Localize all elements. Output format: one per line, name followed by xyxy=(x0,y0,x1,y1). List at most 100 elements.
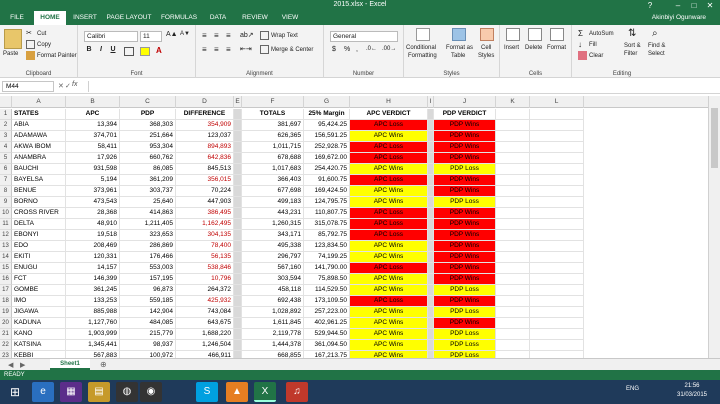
table-cell[interactable]: APC Loss xyxy=(350,142,428,153)
table-cell[interactable]: 343,171 xyxy=(242,230,304,241)
empty-cell[interactable] xyxy=(234,175,242,186)
table-cell[interactable]: 361,094.50 xyxy=(304,340,350,351)
help-button[interactable]: ? xyxy=(642,0,658,11)
table-cell[interactable]: 323,653 xyxy=(120,230,176,241)
empty-cell[interactable] xyxy=(530,197,584,208)
table-cell[interactable]: 953,304 xyxy=(120,142,176,153)
conditional-formatting-button[interactable]: Conditional xyxy=(406,45,436,51)
table-cell[interactable]: 473,543 xyxy=(66,197,120,208)
table-cell[interactable]: 251,664 xyxy=(120,131,176,142)
table-cell[interactable]: 303,737 xyxy=(120,186,176,197)
table-cell[interactable]: 1,688,220 xyxy=(176,329,234,340)
table-cell[interactable]: 296,797 xyxy=(242,252,304,263)
empty-cell[interactable] xyxy=(530,329,584,340)
shrink-font-icon[interactable]: A▼ xyxy=(180,31,190,37)
font-color-icon[interactable]: A xyxy=(156,46,162,55)
table-cell[interactable]: 100,972 xyxy=(120,351,176,358)
column-header-l[interactable]: L xyxy=(530,96,584,108)
empty-cell[interactable] xyxy=(530,142,584,153)
table-cell[interactable]: 559,185 xyxy=(120,296,176,307)
align-top-icon[interactable]: ≡ xyxy=(202,31,207,40)
close-button[interactable]: ✕ xyxy=(702,0,718,11)
underline-button[interactable]: U xyxy=(108,46,118,53)
empty-cell[interactable] xyxy=(234,351,242,358)
empty-cell[interactable] xyxy=(234,274,242,285)
table-cell[interactable]: 414,863 xyxy=(120,208,176,219)
table-cell[interactable]: 142,904 xyxy=(120,307,176,318)
table-cell[interactable]: 70,224 xyxy=(176,186,234,197)
table-cell[interactable]: 123,834.50 xyxy=(304,241,350,252)
row-header[interactable]: 18 xyxy=(0,296,12,307)
table-cell[interactable]: 254,420.75 xyxy=(304,164,350,175)
state-cell[interactable]: EKITI xyxy=(12,252,66,263)
table-cell[interactable]: 484,085 xyxy=(120,318,176,329)
row-header[interactable]: 3 xyxy=(0,131,12,142)
merge-center-button[interactable]: Merge & Center xyxy=(260,45,313,54)
number-format-select[interactable]: General xyxy=(330,31,398,42)
table-cell[interactable]: 96,873 xyxy=(120,285,176,296)
table-cell[interactable]: APC Loss xyxy=(350,208,428,219)
header-cell[interactable]: APC VERDICT xyxy=(350,109,428,120)
table-cell[interactable]: 28,368 xyxy=(66,208,120,219)
empty-cell[interactable] xyxy=(530,109,584,120)
table-cell[interactable]: 156,591.25 xyxy=(304,131,350,142)
sort-filter-button[interactable]: Sort & xyxy=(624,43,641,49)
empty-cell[interactable] xyxy=(496,241,530,252)
table-cell[interactable]: APC Loss xyxy=(350,120,428,131)
table-cell[interactable]: 2,119,778 xyxy=(242,329,304,340)
table-cell[interactable]: 1,028,892 xyxy=(242,307,304,318)
borders-icon[interactable] xyxy=(124,47,134,56)
copy-button[interactable]: Copy xyxy=(26,40,51,49)
row-header[interactable]: 14 xyxy=(0,252,12,263)
empty-cell[interactable] xyxy=(496,197,530,208)
table-cell[interactable]: 743,084 xyxy=(176,307,234,318)
font-size-select[interactable]: 11 xyxy=(140,31,162,42)
name-box[interactable]: M44 xyxy=(2,81,54,92)
table-cell[interactable]: 402,961.25 xyxy=(304,318,350,329)
table-cell[interactable]: PDP Loss xyxy=(434,340,496,351)
enter-icon[interactable]: ✓ xyxy=(65,82,71,90)
table-cell[interactable]: APC Loss xyxy=(350,263,428,274)
clock-time[interactable]: 21:56 xyxy=(668,383,716,389)
table-cell[interactable]: 17,926 xyxy=(66,153,120,164)
empty-cell[interactable] xyxy=(530,296,584,307)
wrap-text-button[interactable]: Wrap Text xyxy=(260,31,298,40)
table-cell[interactable]: 133,253 xyxy=(66,296,120,307)
percent-button[interactable]: % xyxy=(344,46,350,53)
table-cell[interactable]: 13,394 xyxy=(66,120,120,131)
cancel-icon[interactable]: ✕ xyxy=(58,82,64,90)
table-cell[interactable]: 110,807.75 xyxy=(304,208,350,219)
state-cell[interactable]: DELTA xyxy=(12,219,66,230)
table-cell[interactable]: APC Loss xyxy=(350,153,428,164)
format-cells-button[interactable]: Format xyxy=(547,45,566,51)
empty-cell[interactable] xyxy=(496,351,530,358)
table-cell[interactable]: 252,928.75 xyxy=(304,142,350,153)
table-cell[interactable]: 25,640 xyxy=(120,197,176,208)
spreadsheet-grid[interactable]: ABCDEFGHIJKL 1 STATES APC PDP DIFFERENCE TOTA… xyxy=(0,96,708,358)
table-cell[interactable]: APC Loss xyxy=(350,296,428,307)
table-cell[interactable]: APC Wins xyxy=(350,318,428,329)
empty-cell[interactable] xyxy=(530,131,584,142)
indent-icon[interactable]: ⇤⇥ xyxy=(240,45,252,53)
row-header[interactable]: 4 xyxy=(0,142,12,153)
table-cell[interactable]: 692,438 xyxy=(242,296,304,307)
table-cell[interactable]: PDP Wins xyxy=(434,241,496,252)
table-cell[interactable]: APC Wins xyxy=(350,274,428,285)
empty-cell[interactable] xyxy=(530,175,584,186)
language-indicator[interactable]: ENG xyxy=(626,386,639,392)
table-cell[interactable]: APC Wins xyxy=(350,351,428,358)
prev-sheet-icon[interactable]: ◀ xyxy=(8,361,13,369)
table-cell[interactable]: 1,162,495 xyxy=(176,219,234,230)
table-cell[interactable]: 95,424.25 xyxy=(304,120,350,131)
table-cell[interactable]: PDP Wins xyxy=(434,274,496,285)
table-cell[interactable]: 425,932 xyxy=(176,296,234,307)
find-select-button-line2[interactable]: Select xyxy=(648,51,665,57)
table-cell[interactable]: PDP Loss xyxy=(434,164,496,175)
empty-cell[interactable] xyxy=(530,318,584,329)
empty-cell[interactable] xyxy=(496,274,530,285)
table-cell[interactable]: 208,469 xyxy=(66,241,120,252)
empty-cell[interactable] xyxy=(234,252,242,263)
next-sheet-icon[interactable]: ▶ xyxy=(20,361,25,369)
table-cell[interactable]: 304,135 xyxy=(176,230,234,241)
empty-cell[interactable] xyxy=(496,296,530,307)
